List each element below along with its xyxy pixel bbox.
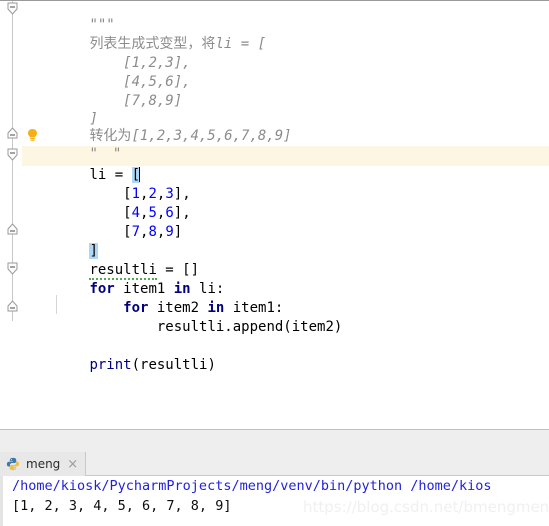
run-tool-window-tabbar[interactable]: meng × — [0, 452, 549, 476]
row3-num-2: 8 — [148, 224, 157, 240]
append-statement: resultli.append(item2) — [89, 319, 343, 335]
print-function-name: print — [89, 357, 132, 373]
print-arguments: (resultli) — [131, 357, 216, 373]
code-line-docstring-open: """ — [22, 1, 114, 33]
console-command-line[interactable]: /home/kiosk/PycharmProjects/meng/venv/bi… — [12, 476, 492, 496]
fold-marker-docstring[interactable] — [6, 2, 19, 15]
python-icon — [6, 457, 20, 471]
code-line-list-row-1[interactable]: [1,2,3], — [22, 166, 191, 202]
close-icon[interactable]: × — [67, 458, 78, 471]
fold-marker-li-list-end[interactable] — [6, 223, 19, 236]
indent-guide — [56, 295, 57, 314]
fold-marker-for-loop[interactable] — [6, 262, 19, 275]
code-line-doc-6: 转化为[1,2,3,4,5,6,7,8,9] — [22, 108, 291, 144]
code-line-list-row-3[interactable]: [7,8,9] — [22, 204, 182, 240]
docstring-tail-a: li = [ — [215, 36, 267, 52]
row3-num-1: 7 — [131, 224, 141, 240]
console-output-line: [1, 2, 3, 4, 5, 6, 7, 8, 9] — [12, 498, 232, 514]
code-text-area[interactable]: """ 列表生成式变型，将li = [ [1,2,3], [4,5,6], [7… — [22, 1, 549, 429]
docstring-row-3: [7,8,9] — [89, 93, 183, 109]
code-line-append[interactable]: resultli.append(item2) — [22, 299, 342, 335]
code-line-for-inner[interactable]: for item2 in item1: — [22, 280, 283, 316]
code-line-li-assign[interactable]: li = [ — [22, 147, 141, 183]
row3-suffix: ] — [173, 224, 183, 240]
code-line-list-close[interactable]: ] — [22, 223, 98, 259]
fold-marker-for-loop-end[interactable] — [6, 300, 19, 313]
tab-label: meng — [26, 457, 61, 471]
code-line-doc-1: 列表生成式变型，将li = [ — [22, 16, 266, 52]
fold-marker-collapsed-a[interactable] — [6, 127, 19, 140]
code-line-doc-2: [1,2,3], — [22, 35, 190, 71]
row3-num-3: 9 — [165, 224, 174, 240]
code-line-resultli-init[interactable]: resultli = [] — [22, 242, 199, 280]
watermark-text: https://blog.csdn.net/bmengmeng — [303, 498, 549, 516]
lightbulb-icon[interactable] — [26, 127, 39, 141]
code-line-print[interactable]: print(resultli) — [22, 337, 215, 373]
code-editor[interactable]: """ 列表生成式变型，将li = [ [1,2,3], [4,5,6], [7… — [0, 0, 549, 429]
panel-splitter[interactable] — [0, 429, 549, 452]
editor-gutter[interactable] — [0, 1, 22, 429]
tab-meng[interactable]: meng × — [0, 452, 87, 476]
code-line-doc-3: [4,5,6], — [22, 54, 190, 90]
code-line-for-outer[interactable]: for item1 in li: — [22, 261, 224, 297]
code-line-doc-4: [7,8,9] — [22, 73, 182, 109]
fold-marker-li-list[interactable] — [6, 148, 19, 161]
pycharm-window: """ 列表生成式变型，将li = [ [1,2,3], [4,5,6], [7… — [0, 0, 549, 526]
code-line-list-row-2[interactable]: [4,5,6], — [22, 185, 191, 221]
docstring-tail-b: [1,2,3,4,5,6,7,8,9] — [131, 128, 292, 144]
